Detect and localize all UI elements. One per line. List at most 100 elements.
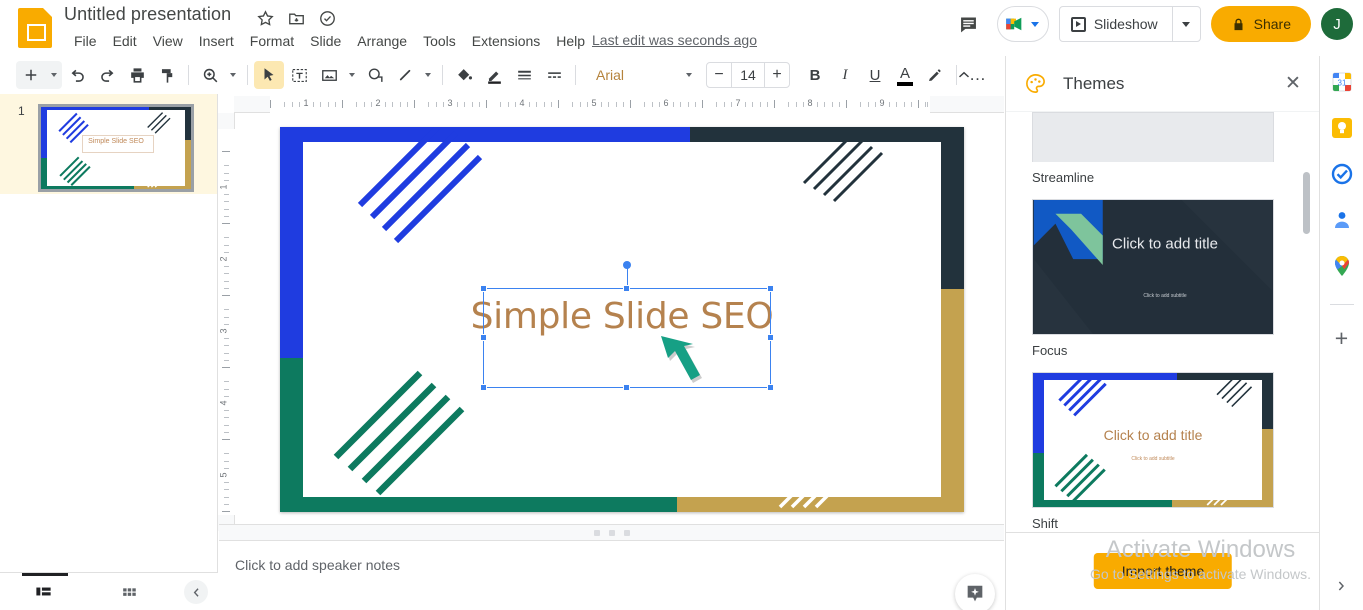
- vruler-mark-5: 5: [218, 472, 229, 478]
- theme-thumbnail-streamline[interactable]: [1032, 112, 1274, 162]
- collapse-toolbar-button[interactable]: [949, 61, 979, 89]
- avatar[interactable]: J: [1321, 8, 1353, 40]
- ruler-mark-2: 2: [375, 98, 381, 108]
- title-action-icons: [256, 9, 337, 28]
- bold-button[interactable]: B: [800, 61, 830, 89]
- explore-sparkle-icon[interactable]: [955, 574, 995, 610]
- resize-handle-top-left[interactable]: [480, 285, 487, 292]
- image-dropdown[interactable]: [344, 61, 360, 89]
- new-slide-icon[interactable]: [16, 61, 46, 89]
- line-weight-icon[interactable]: [509, 61, 539, 89]
- menu-help[interactable]: Help: [548, 31, 593, 51]
- resize-handle-middle-right[interactable]: [767, 334, 774, 341]
- menu-edit[interactable]: Edit: [105, 31, 145, 51]
- text-color-button[interactable]: A: [890, 61, 920, 89]
- shape-icon[interactable]: [360, 61, 390, 89]
- menu-view[interactable]: View: [145, 31, 191, 51]
- google-keep-icon[interactable]: [1330, 116, 1354, 140]
- line-color-icon[interactable]: [479, 61, 509, 89]
- print-icon[interactable]: [122, 61, 152, 89]
- theme-thumbnail-shift[interactable]: Click to add title Click to add subtitle: [1032, 372, 1274, 508]
- line-icon[interactable]: [390, 61, 420, 89]
- themes-panel-title: Themes: [1063, 73, 1125, 93]
- selection-box[interactable]: [480, 261, 774, 391]
- vruler-mark-4: 4: [218, 400, 229, 406]
- menu-arrange[interactable]: Arrange: [349, 31, 415, 51]
- document-title[interactable]: Untitled presentation: [64, 4, 231, 25]
- toolbar-divider: [442, 65, 443, 85]
- meet-dropdown-caret[interactable]: [1030, 21, 1039, 27]
- google-calendar-icon[interactable]: 31: [1330, 70, 1354, 94]
- notes-resize-divider[interactable]: [219, 524, 1004, 540]
- menu-slide[interactable]: Slide: [302, 31, 349, 51]
- grid-view-icon[interactable]: [86, 573, 172, 610]
- new-slide-dropdown[interactable]: [46, 61, 62, 89]
- ruler-mark-7: 7: [735, 98, 741, 108]
- add-app-button[interactable]: +: [1335, 327, 1348, 350]
- share-button[interactable]: Share: [1210, 6, 1311, 42]
- themes-list[interactable]: Streamline Click to add title Click to a…: [1006, 112, 1320, 552]
- menu-extensions[interactable]: Extensions: [464, 31, 548, 51]
- google-contacts-icon[interactable]: [1330, 208, 1354, 232]
- zoom-dropdown[interactable]: [225, 61, 241, 89]
- theme-thumbnail-focus[interactable]: Click to add title Click to add subtitle: [1032, 199, 1274, 335]
- ruler-mark-1: 1: [303, 98, 309, 108]
- redo-icon[interactable]: [92, 61, 122, 89]
- highlight-pen-icon[interactable]: [920, 61, 950, 89]
- close-icon[interactable]: ✕: [1278, 69, 1308, 99]
- move-to-folder-icon[interactable]: [287, 9, 306, 28]
- resize-handle-bottom-center[interactable]: [623, 384, 630, 391]
- horizontal-ruler[interactable]: 1 2 3 4 5 6 7 8 9: [234, 96, 1004, 113]
- cloud-saved-icon[interactable]: [318, 9, 337, 28]
- theme-item-shift[interactable]: Click to add title Click to add subtitle…: [1032, 372, 1294, 531]
- comment-icon[interactable]: [951, 6, 987, 42]
- speaker-notes-placeholder: Click to add speaker notes: [235, 557, 400, 573]
- line-dash-icon[interactable]: [539, 61, 569, 89]
- theme-item-streamline[interactable]: Streamline: [1032, 112, 1294, 185]
- google-meet-icon[interactable]: [996, 6, 1049, 42]
- star-icon[interactable]: [256, 9, 275, 28]
- menu-file[interactable]: File: [66, 31, 105, 51]
- slideshow-dropdown-button[interactable]: [1171, 7, 1200, 41]
- rotation-handle[interactable]: [623, 261, 631, 269]
- theme-item-focus[interactable]: Click to add title Click to add subtitle…: [1032, 199, 1294, 358]
- collapse-filmstrip-button[interactable]: [184, 580, 208, 604]
- undo-icon[interactable]: [62, 61, 92, 89]
- menu-insert[interactable]: Insert: [191, 31, 242, 51]
- resize-handle-top-center[interactable]: [623, 285, 630, 292]
- last-edit-link[interactable]: Last edit was seconds ago: [592, 32, 757, 48]
- select-icon[interactable]: [254, 61, 284, 89]
- menu-tools[interactable]: Tools: [415, 31, 464, 51]
- import-theme-button[interactable]: Import theme: [1093, 553, 1233, 589]
- italic-button[interactable]: I: [830, 61, 860, 89]
- themes-panel-scrollbar[interactable]: [1303, 172, 1310, 234]
- expand-rail-button[interactable]: [1329, 574, 1353, 598]
- line-dropdown[interactable]: [420, 61, 436, 89]
- resize-handle-bottom-left[interactable]: [480, 384, 487, 391]
- font-size-input[interactable]: 14: [731, 63, 765, 87]
- filmstrip-view-icon[interactable]: [0, 572, 86, 610]
- resize-handle-top-right[interactable]: [767, 285, 774, 292]
- resize-handle-middle-left[interactable]: [480, 334, 487, 341]
- menu-format[interactable]: Format: [242, 31, 302, 51]
- decrease-font-size-button[interactable]: −: [707, 63, 731, 87]
- google-tasks-icon[interactable]: [1330, 162, 1354, 186]
- font-family-selector[interactable]: Arial: [586, 61, 698, 89]
- slideshow-button[interactable]: Slideshow: [1060, 7, 1172, 41]
- theme-name-streamline: Streamline: [1032, 170, 1095, 185]
- slide-thumbnail[interactable]: Simple Slide SEO: [38, 104, 194, 192]
- fill-color-icon[interactable]: [449, 61, 479, 89]
- zoom-icon[interactable]: [195, 61, 225, 89]
- image-icon[interactable]: [314, 61, 344, 89]
- speaker-notes-area[interactable]: Click to add speaker notes: [219, 540, 1004, 610]
- textbox-icon[interactable]: [284, 61, 314, 89]
- paint-format-icon[interactable]: [152, 61, 182, 89]
- increase-font-size-button[interactable]: +: [765, 63, 789, 87]
- underline-button[interactable]: U: [860, 61, 890, 89]
- resize-handle-bottom-right[interactable]: [767, 384, 774, 391]
- vertical-ruler[interactable]: 1 2 3 4 5: [218, 113, 235, 531]
- filmstrip-slide-1[interactable]: 1 Simple Slide SEO: [0, 94, 217, 194]
- current-slide[interactable]: Simple Slide SEO: [280, 127, 964, 512]
- google-maps-icon[interactable]: [1330, 254, 1354, 278]
- view-mode-bar: [0, 572, 218, 610]
